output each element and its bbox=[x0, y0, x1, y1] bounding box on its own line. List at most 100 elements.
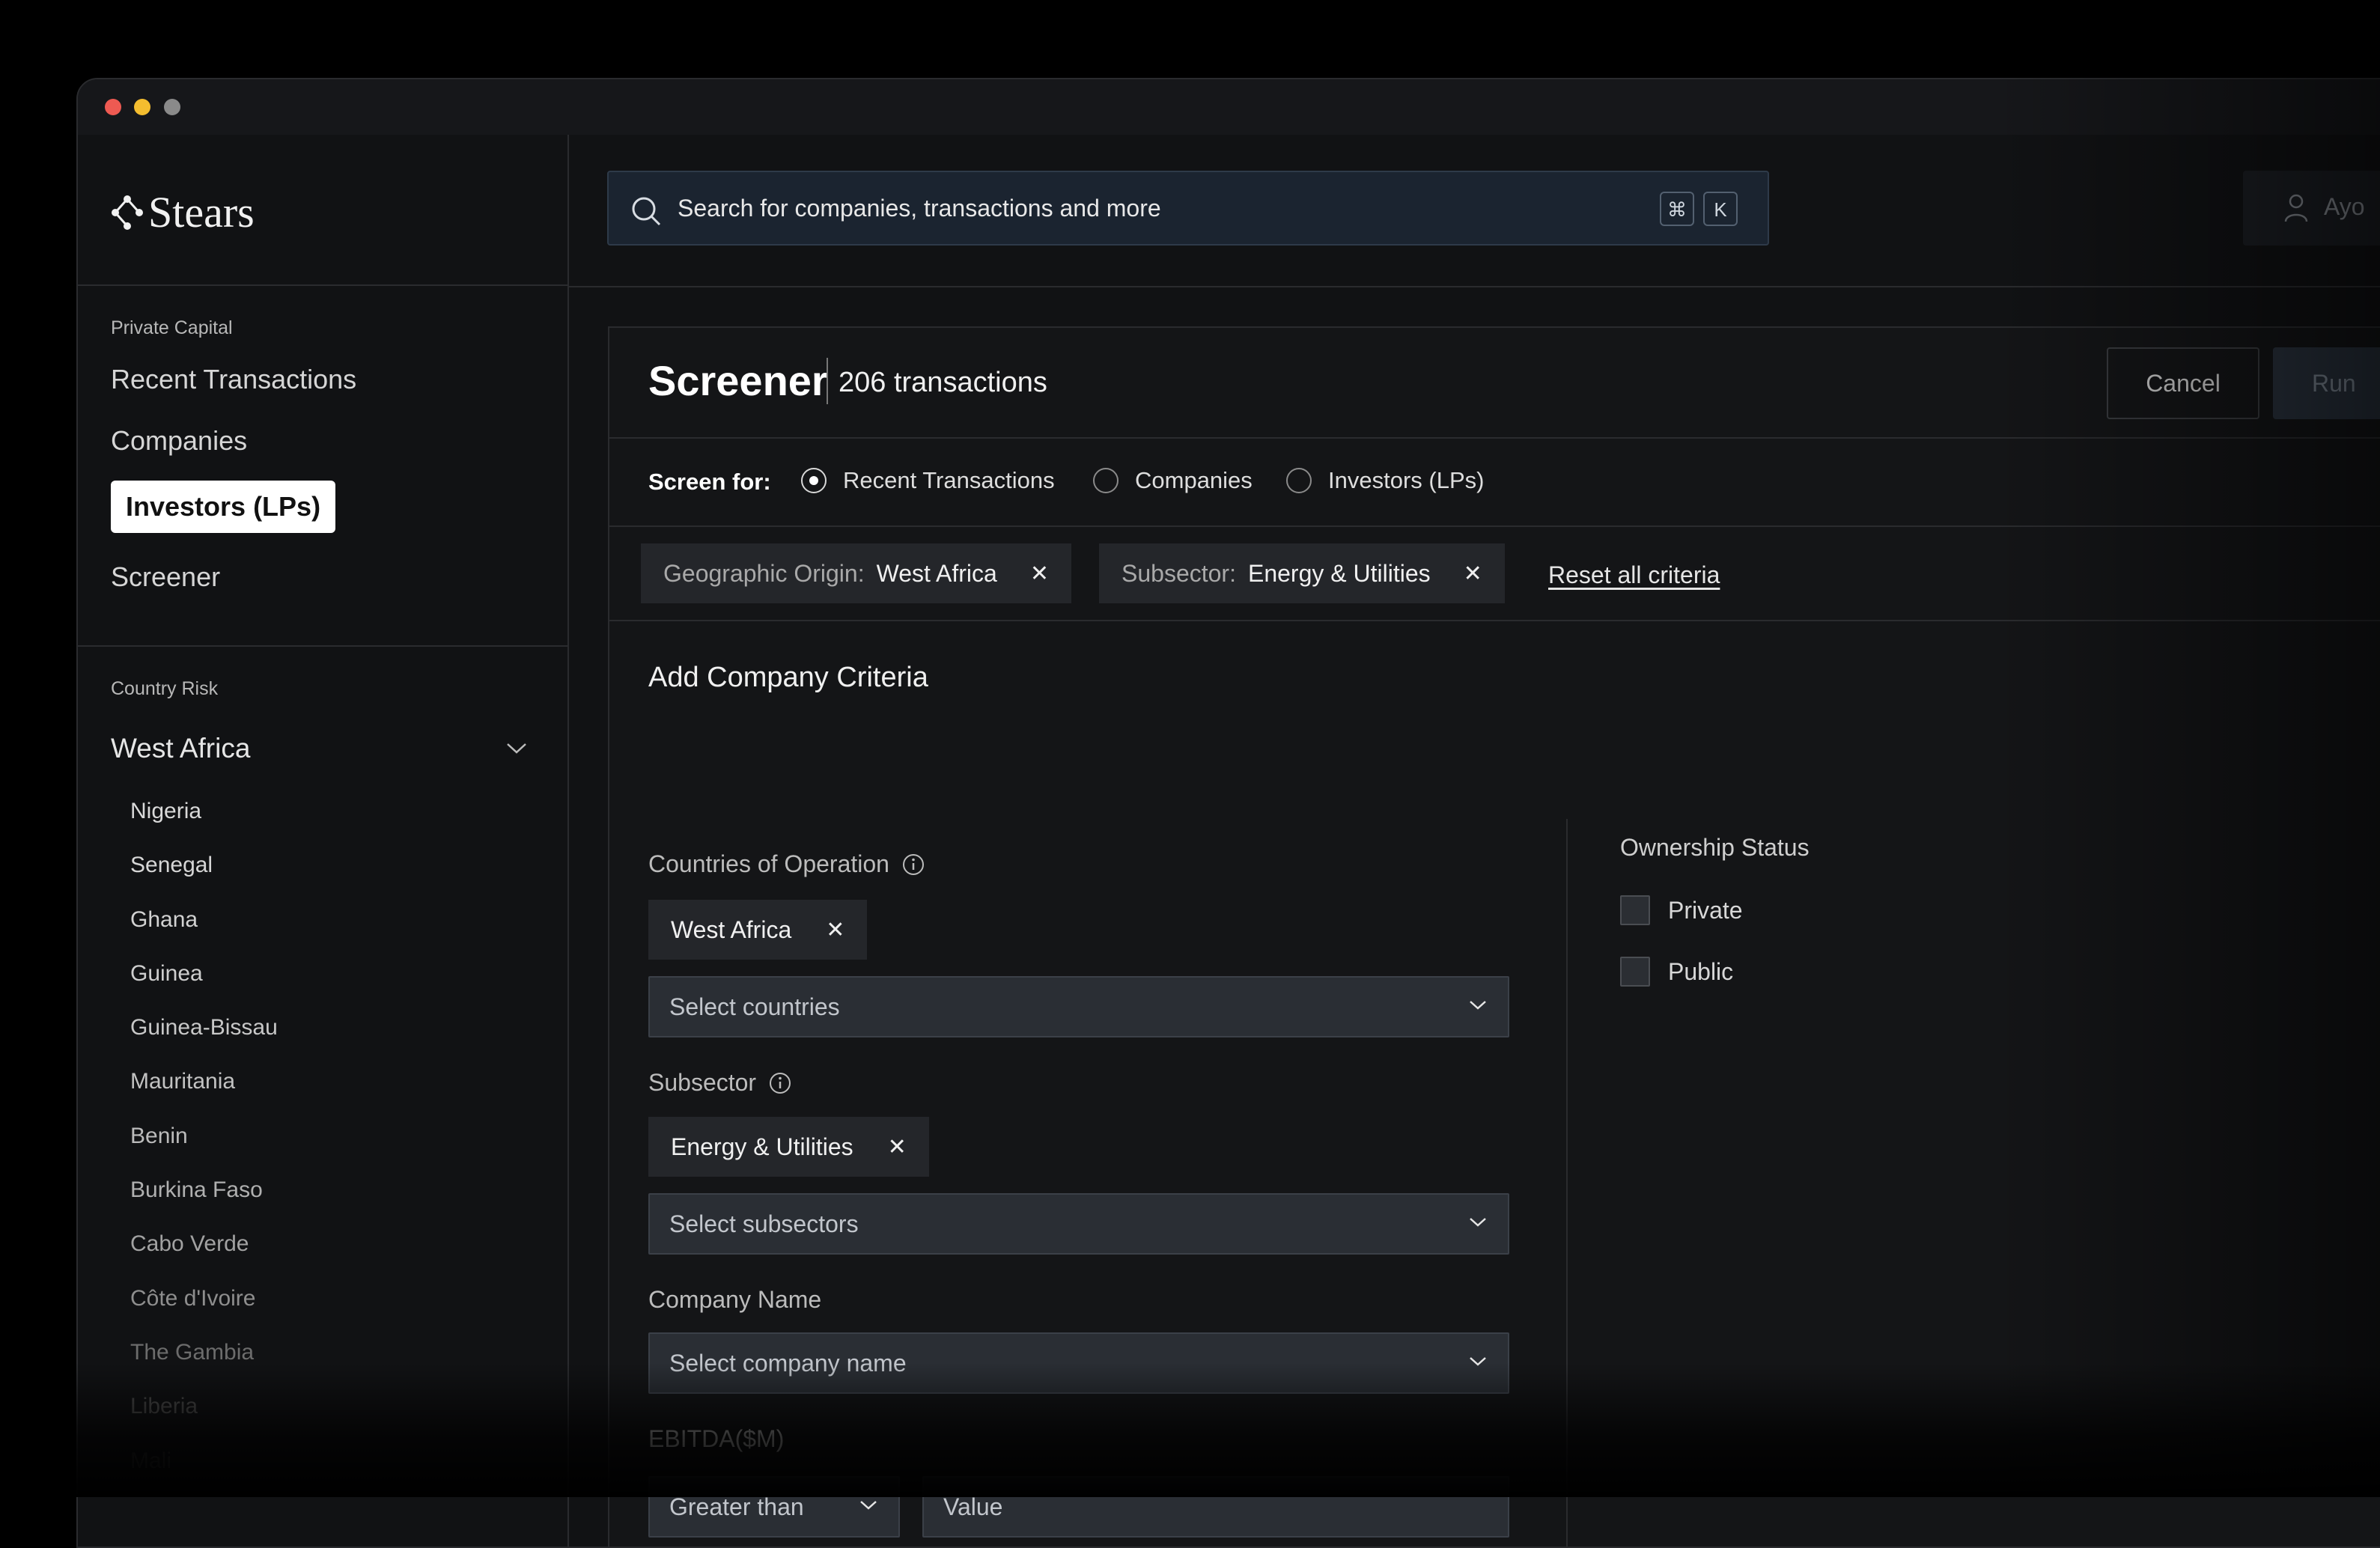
nav-companies[interactable]: Companies bbox=[111, 425, 247, 457]
screen-for-row: Screen for: Recent Transactions Companie… bbox=[609, 437, 2380, 527]
chevron-down-icon bbox=[1470, 1357, 1486, 1366]
section-label-private-capital: Private Capital bbox=[111, 317, 233, 338]
search-placeholder: Search for companies, transactions and m… bbox=[678, 195, 1161, 222]
section-title: Add Company Criteria bbox=[648, 662, 928, 693]
ebitda-value-input[interactable]: Value bbox=[922, 1476, 1509, 1538]
select-placeholder: Select countries bbox=[669, 993, 840, 1020]
radio-investors-lps[interactable]: Investors (LPs) bbox=[1286, 467, 1484, 494]
countries-field-label: Countries of Operation bbox=[648, 850, 925, 878]
close-window-button[interactable] bbox=[105, 99, 121, 115]
country-item-mali[interactable]: Mali bbox=[130, 1434, 278, 1488]
criteria-chip[interactable]: Geographic Origin: West Africa ✕ bbox=[641, 543, 1071, 603]
checkbox-icon bbox=[1620, 957, 1650, 987]
radio-companies[interactable]: Companies bbox=[1093, 467, 1253, 494]
cancel-button[interactable]: Cancel bbox=[2107, 347, 2259, 419]
nav-screener[interactable]: Screener bbox=[111, 561, 220, 593]
checkbox-private[interactable]: Private bbox=[1620, 895, 1743, 925]
account-name: Ayo bbox=[2324, 193, 2365, 220]
close-icon[interactable]: ✕ bbox=[1464, 561, 1482, 587]
zoom-window-button[interactable] bbox=[164, 99, 180, 115]
country-item-liberia[interactable]: Liberia bbox=[130, 1380, 278, 1433]
sidebar-divider bbox=[78, 284, 567, 286]
app-window: Stears Private Capital Recent Transactio… bbox=[76, 78, 2380, 1548]
section-label-country-risk: Country Risk bbox=[111, 678, 219, 699]
country-item-mauritania[interactable]: Mauritania bbox=[130, 1055, 278, 1109]
result-count: 206 transactions bbox=[839, 367, 1047, 398]
field-label-text: Subsector bbox=[648, 1069, 757, 1096]
radio-label: Investors (LPs) bbox=[1328, 467, 1485, 493]
close-icon[interactable]: ✕ bbox=[888, 1134, 907, 1160]
selected-country-tag[interactable]: West Africa ✕ bbox=[648, 900, 868, 960]
country-item-senegal[interactable]: Senegal bbox=[130, 838, 278, 892]
reset-criteria-link[interactable]: Reset all criteria bbox=[1548, 561, 1720, 589]
nav-investors-lps[interactable]: Investors (LPs) bbox=[111, 481, 336, 533]
close-icon[interactable]: ✕ bbox=[1030, 561, 1049, 587]
sidebar-divider bbox=[78, 645, 567, 647]
radio-label: Recent Transactions bbox=[843, 467, 1055, 493]
radio-label: Companies bbox=[1135, 467, 1253, 493]
checkbox-label: Private bbox=[1668, 896, 1743, 924]
region-dropdown[interactable]: West Africa bbox=[111, 726, 527, 771]
region-label: West Africa bbox=[111, 733, 251, 764]
selected-subsector-tag[interactable]: Energy & Utilities ✕ bbox=[648, 1117, 929, 1177]
company-name-select[interactable]: Select company name bbox=[648, 1332, 1509, 1394]
ebitda-field-label: EBITDA($M) bbox=[648, 1425, 784, 1453]
chevron-down-icon bbox=[1470, 1218, 1486, 1227]
country-item-benin[interactable]: Benin bbox=[130, 1109, 278, 1163]
checkbox-label: Public bbox=[1668, 957, 1734, 985]
nav-recent-transactions[interactable]: Recent Transactions bbox=[111, 364, 356, 395]
minimize-window-button[interactable] bbox=[134, 99, 150, 115]
panel-header: Screener 206 transactions Cancel Run bbox=[609, 328, 2380, 439]
checkbox-icon bbox=[1620, 895, 1650, 925]
country-item-cote-divoire[interactable]: Côte d'Ivoire bbox=[130, 1272, 278, 1326]
info-icon[interactable] bbox=[901, 853, 925, 877]
radio-unchecked-icon bbox=[1286, 468, 1312, 493]
screen-for-label: Screen for: bbox=[648, 469, 771, 495]
subsectors-select[interactable]: Select subsectors bbox=[648, 1193, 1509, 1255]
brand-name: Stears bbox=[148, 188, 255, 237]
title-separator bbox=[827, 358, 828, 404]
country-item-the-gambia[interactable]: The Gambia bbox=[130, 1326, 278, 1380]
shortcut-key: K bbox=[1703, 192, 1738, 226]
command-key-icon: ⌘ bbox=[1660, 192, 1694, 226]
global-search-input[interactable]: Search for companies, transactions and m… bbox=[607, 171, 1769, 246]
countries-select[interactable]: Select countries bbox=[648, 976, 1509, 1037]
input-placeholder: Value bbox=[943, 1493, 1003, 1520]
user-icon bbox=[2284, 194, 2308, 222]
screener-panel: Screener 206 transactions Cancel Run Scr… bbox=[608, 326, 2380, 1547]
search-icon bbox=[632, 197, 661, 226]
chip-value: West Africa bbox=[876, 559, 997, 587]
account-button[interactable]: Ayo bbox=[2243, 171, 2380, 246]
run-button[interactable]: Run bbox=[2273, 347, 2380, 419]
select-value: Greater than bbox=[669, 1493, 804, 1520]
company-name-field-label: Company Name bbox=[648, 1286, 821, 1314]
chevron-down-icon bbox=[507, 743, 526, 754]
stears-logo[interactable]: Stears bbox=[111, 187, 255, 237]
ebitda-operator-select[interactable]: Greater than bbox=[648, 1476, 900, 1538]
tag-label: West Africa bbox=[671, 915, 792, 943]
chevron-down-icon bbox=[860, 1501, 877, 1510]
radio-checked-icon bbox=[801, 468, 827, 493]
country-item-guinea[interactable]: Guinea bbox=[130, 947, 278, 1001]
country-item-ghana[interactable]: Ghana bbox=[130, 893, 278, 947]
sidebar: Stears Private Capital Recent Transactio… bbox=[78, 135, 569, 1547]
checkbox-public[interactable]: Public bbox=[1620, 957, 1733, 987]
country-list: Nigeria Senegal Ghana Guinea Guinea-Biss… bbox=[130, 784, 278, 1488]
country-item-nigeria[interactable]: Nigeria bbox=[130, 784, 278, 838]
field-label-text: Company Name bbox=[648, 1286, 822, 1313]
country-item-guinea-bissau[interactable]: Guinea-Bissau bbox=[130, 1001, 278, 1055]
tag-label: Energy & Utilities bbox=[671, 1133, 853, 1160]
radio-unchecked-icon bbox=[1093, 468, 1119, 493]
radio-recent-transactions[interactable]: Recent Transactions bbox=[801, 467, 1055, 494]
country-item-cabo-verde[interactable]: Cabo Verde bbox=[130, 1217, 278, 1271]
field-label-text: EBITDA($M) bbox=[648, 1425, 785, 1452]
select-placeholder: Select subsectors bbox=[669, 1210, 859, 1237]
info-icon[interactable] bbox=[768, 1071, 792, 1095]
page-title: Screener bbox=[648, 357, 828, 404]
criteria-chip[interactable]: Subsector: Energy & Utilities ✕ bbox=[1099, 543, 1505, 603]
field-label-text: Countries of Operation bbox=[648, 850, 889, 877]
select-placeholder: Select company name bbox=[669, 1350, 907, 1377]
close-icon[interactable]: ✕ bbox=[826, 917, 844, 943]
header-divider bbox=[567, 286, 2380, 287]
country-item-burkina-faso[interactable]: Burkina Faso bbox=[130, 1163, 278, 1217]
